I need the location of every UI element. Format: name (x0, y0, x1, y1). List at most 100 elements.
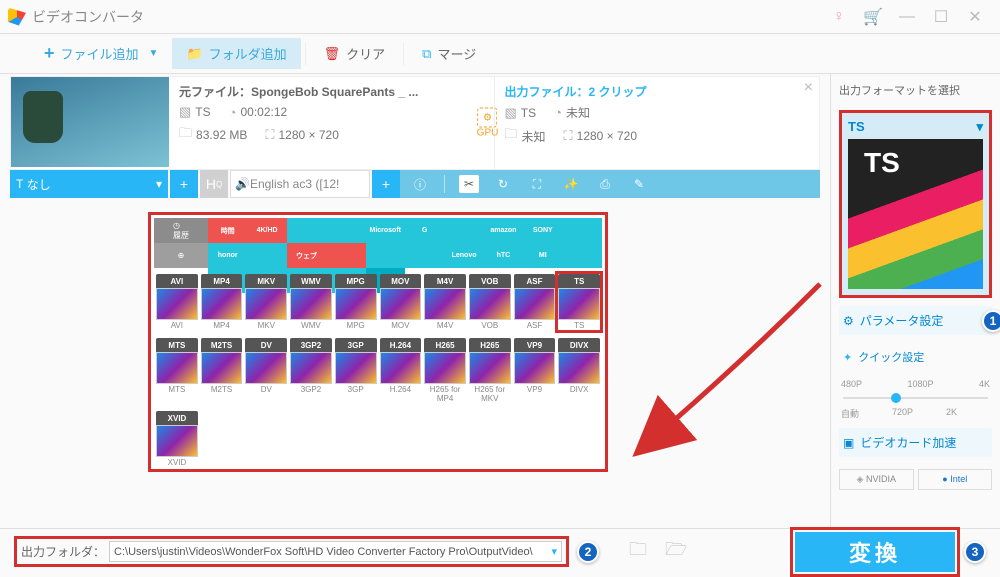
brand-tab[interactable]: MI (523, 243, 562, 268)
account-icon[interactable]: ♀ (822, 8, 856, 26)
merge-icon: ⧉ (422, 46, 431, 62)
format-wmv[interactable]: WMVWMV (290, 274, 332, 330)
brand-tab[interactable] (405, 243, 444, 268)
edit-icon[interactable]: ✎ (629, 177, 649, 191)
output-folder-path[interactable]: C:\Users\justin\Videos\WonderFox Soft\HD… (109, 541, 562, 562)
format-h265-for-mkv[interactable]: H265H265 for MKV (469, 338, 511, 403)
brand-tab[interactable] (287, 218, 326, 243)
brand-tab[interactable]: SONY (523, 218, 562, 243)
info-icon[interactable]: ⓘ (410, 176, 430, 193)
output-format-card[interactable]: TS▾ TS (839, 110, 992, 298)
format-xvid[interactable]: XVIDXVID (156, 411, 198, 467)
brand-tab[interactable] (326, 243, 365, 268)
clear-button[interactable]: 🗑 クリア (310, 38, 400, 69)
add-subtitle-button[interactable]: + (170, 170, 198, 198)
cut-icon[interactable]: ✂ (459, 175, 479, 193)
format-3gp[interactable]: 3GP3GP (335, 338, 377, 403)
brand-tab[interactable] (444, 218, 483, 243)
format-icon: ▧ (505, 105, 517, 121)
add-folder-button[interactable]: 📁 フォルダ追加 (172, 38, 300, 69)
gpu-accel-button[interactable]: ▣ ビデオカード加速 (839, 428, 992, 457)
format-m4v[interactable]: M4VM4V (424, 274, 466, 330)
plus-icon: + (44, 43, 55, 64)
convert-button[interactable]: 変換 (795, 532, 955, 572)
format-h265-for-mp4[interactable]: H265H265 for MP4 (424, 338, 466, 403)
brand-tab[interactable]: G (405, 218, 444, 243)
format-h.264[interactable]: H.264H.264 (380, 338, 422, 403)
subtitle-select[interactable]: T なし ▾ (10, 170, 168, 198)
brand-tab[interactable] (366, 243, 405, 268)
cart-icon[interactable]: 🛒 (856, 7, 890, 27)
brand-tab[interactable]: Microsoft (366, 218, 405, 243)
rotate-icon[interactable]: ↻ (493, 177, 513, 191)
format-mov[interactable]: MOVMOV (380, 274, 422, 330)
format-asf[interactable]: ASFASF (514, 274, 556, 330)
format-mp4[interactable]: MP4MP4 (201, 274, 243, 330)
quick-slider[interactable] (843, 397, 988, 399)
brand-tab[interactable]: 4K/HD (247, 218, 286, 243)
speaker-icon: 🔊 (235, 177, 250, 191)
format-web-tab[interactable]: ⊕ (154, 243, 208, 268)
brand-tab[interactable] (563, 243, 602, 268)
format-divx[interactable]: DIVXDIVX (558, 338, 600, 403)
parameter-settings-label: パラメータ設定 (860, 312, 944, 329)
hq-button[interactable]: HQ (200, 170, 228, 198)
brand-tab[interactable]: honor (208, 243, 247, 268)
merge-button[interactable]: ⧉ マージ (408, 38, 490, 69)
brand-tab[interactable]: 時間 (208, 218, 247, 243)
intel-chip[interactable]: ● Intel (918, 469, 993, 490)
format-ts[interactable]: TSTS (558, 274, 600, 330)
subtitle-value: なし (27, 176, 51, 193)
resolution-icon: ⛶ (564, 128, 573, 144)
minimize-button[interactable]: — (890, 8, 924, 26)
titlebar: ビデオコンバータ ♀ 🛒 — ☐ ✕ (0, 0, 1000, 34)
brand-tab[interactable] (326, 218, 365, 243)
open-folder-icon[interactable]: 🗀 (629, 537, 647, 567)
format-history-tab[interactable]: ◷履歴 (154, 218, 208, 243)
format-vob[interactable]: VOBVOB (469, 274, 511, 330)
slider-thumb[interactable] (891, 393, 901, 403)
add-audio-button[interactable]: + (372, 170, 400, 198)
quick-labels-top: 480P1080P4K (839, 379, 992, 389)
output-format-header: 出力フォーマットを選択 (839, 82, 992, 98)
close-button[interactable]: ✕ (958, 7, 992, 27)
gpu-chip[interactable]: ⚙ GPU (477, 108, 499, 139)
audio-select[interactable]: 🔊 English ac3 ([12! (230, 170, 370, 198)
file-row: 元ファイル：SpongeBob SquarePants _ ... ▧TS ◔0… (10, 76, 820, 170)
effects-icon[interactable]: ✨ (561, 177, 581, 191)
format-dv[interactable]: DVDV (245, 338, 287, 403)
brand-tab[interactable]: amazon (484, 218, 523, 243)
folder-size-icon: 🗀 (179, 124, 192, 146)
browse-icon[interactable]: 🗁 (665, 537, 687, 567)
watermark-icon[interactable]: ⎙ (595, 177, 615, 192)
format-m2ts[interactable]: M2TSM2TS (201, 338, 243, 403)
app-title: ビデオコンバータ (32, 7, 144, 27)
format-mts[interactable]: MTSMTS (156, 338, 198, 403)
format-avi[interactable]: AVIAVI (156, 274, 198, 330)
brand-tab[interactable]: hTC (484, 243, 523, 268)
maximize-button[interactable]: ☐ (924, 7, 958, 27)
caret-down-icon: ▾ (976, 119, 983, 135)
badge-3: 3 (964, 541, 986, 563)
brand-tab[interactable]: ウェブ (287, 243, 326, 268)
remove-file-button[interactable]: × (804, 79, 813, 97)
parameter-settings-button[interactable]: ⚙ パラメータ設定 1 (839, 306, 992, 335)
bottom-bar: 出力フォルダ： C:\Users\justin\Videos\WonderFox… (0, 528, 1000, 574)
add-file-label: ファイル追加 (61, 44, 139, 63)
format-mpg[interactable]: MPGMPG (335, 274, 377, 330)
brand-tab[interactable]: Lenovo (444, 243, 483, 268)
quick-labels-bottom: 自動720P2K (839, 407, 992, 420)
format-vp9[interactable]: VP9VP9 (514, 338, 556, 403)
nvidia-chip[interactable]: ◈ NVIDIA (839, 469, 914, 490)
brand-tab[interactable] (247, 243, 286, 268)
video-thumbnail[interactable] (11, 77, 169, 167)
output-format-label: TS (848, 119, 865, 135)
badge-2: 2 (577, 541, 599, 563)
format-mkv[interactable]: MKVMKV (245, 274, 287, 330)
output-folder-label: 出力フォルダ： (21, 543, 105, 560)
add-file-button[interactable]: + ファイル追加 ▼ (30, 37, 172, 70)
brand-tab[interactable] (563, 218, 602, 243)
format-3gp2[interactable]: 3GP23GP2 (290, 338, 332, 403)
crop-icon[interactable]: ⛶ (527, 177, 547, 192)
folder-icon: 📁 (186, 46, 202, 62)
